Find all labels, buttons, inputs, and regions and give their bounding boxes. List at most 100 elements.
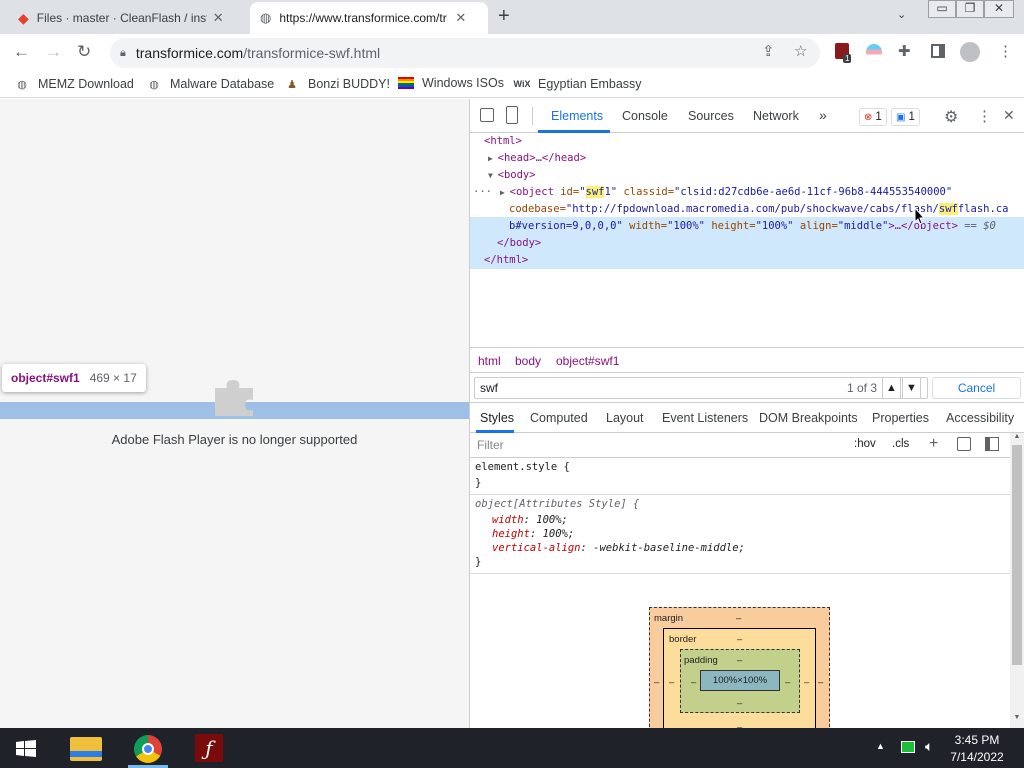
- expand-arrow-icon[interactable]: ▶: [500, 188, 510, 197]
- settings-gear-icon[interactable]: ⚙: [944, 107, 958, 127]
- scrollbar-thumb[interactable]: [1012, 445, 1022, 665]
- toggle-sidebar-icon[interactable]: [985, 437, 999, 451]
- tray-chevron-icon[interactable]: ▲: [876, 741, 885, 751]
- property-name: width: [492, 514, 524, 526]
- tab-accessibility[interactable]: Accessibility: [946, 411, 1014, 425]
- more-tabs-button[interactable]: »: [819, 107, 827, 123]
- minimize-button[interactable]: ▭: [928, 0, 956, 18]
- close-devtools-icon[interactable]: ✕: [1003, 107, 1015, 124]
- bookmark-malware-database[interactable]: ◍ Malware Database: [146, 76, 274, 92]
- style-property-vertical-align[interactable]: vertical-align: -webkit-baseline-middle;: [492, 541, 745, 555]
- tab-search-chevron-icon[interactable]: ⌄: [897, 8, 906, 21]
- search-cancel-button[interactable]: Cancel: [932, 377, 1021, 399]
- error-badge[interactable]: ⊗ 1: [859, 108, 887, 126]
- back-button[interactable]: ←: [13, 42, 30, 62]
- bookmark-star-icon[interactable]: ☆: [794, 43, 807, 61]
- tab-sources[interactable]: Sources: [688, 109, 734, 123]
- attr-name: classid=: [617, 186, 675, 198]
- device-toolbar-icon[interactable]: [506, 106, 518, 124]
- close-tab-icon[interactable]: ✕: [455, 10, 466, 26]
- devtools-menu-icon[interactable]: ⋮: [977, 107, 992, 125]
- clock-date[interactable]: 7/14/2022: [944, 750, 1010, 764]
- menu-dots-icon[interactable]: ⋮: [998, 43, 1013, 61]
- collapse-arrow-icon[interactable]: ▼: [488, 171, 498, 180]
- clock-time[interactable]: 3:45 PM: [944, 733, 1010, 747]
- side-panel-icon[interactable]: [931, 44, 945, 58]
- search-prev-button[interactable]: ▲: [882, 377, 901, 399]
- breadcrumb-body[interactable]: body: [515, 354, 541, 368]
- style-property-height[interactable]: height: 100%;: [492, 527, 574, 541]
- tag-text: <html>: [484, 135, 522, 147]
- tree-body-open[interactable]: ▼ <body>: [488, 167, 536, 184]
- extensions-puzzle-icon[interactable]: ✚: [898, 43, 911, 61]
- box-model-margin[interactable]: margin – – – border – – – padding – – – …: [649, 607, 830, 738]
- tab-styles[interactable]: Styles: [480, 411, 514, 425]
- search-next-button[interactable]: ▼: [902, 377, 921, 399]
- tab-elements[interactable]: Elements: [551, 109, 603, 123]
- cls-toggle[interactable]: .cls: [892, 438, 909, 450]
- bookmark-egyptian-embassy[interactable]: WiX Egyptian Embassy: [514, 76, 642, 92]
- tab-transformice[interactable]: ◍ https://www.transformice.com/tr ✕: [250, 2, 488, 34]
- new-tab-button[interactable]: +: [498, 6, 510, 26]
- tab-computed[interactable]: Computed: [530, 411, 588, 425]
- flash-player-icon[interactable]: ƒ: [195, 734, 223, 762]
- bookmark-windows-isos[interactable]: Windows ISOs: [398, 76, 504, 90]
- row-menu-dots-icon[interactable]: ···: [473, 184, 492, 201]
- style-property-width[interactable]: width: 100%;: [492, 513, 568, 527]
- trans-flag-extension-icon[interactable]: [866, 44, 882, 60]
- styles-filter-input[interactable]: Filter: [477, 438, 504, 452]
- tab-layout[interactable]: Layout: [606, 411, 644, 425]
- computed-styles-sidebar-icon[interactable]: [957, 437, 971, 451]
- windows-start-icon[interactable]: [16, 740, 36, 758]
- close-tab-icon[interactable]: ✕: [213, 10, 224, 26]
- rule-divider: [470, 573, 1010, 574]
- chrome-taskbar-icon[interactable]: [134, 735, 162, 763]
- expand-arrow-icon[interactable]: ▶: [488, 154, 498, 163]
- tree-object-line2[interactable]: codebase="http://fpdownload.macromedia.c…: [509, 201, 1008, 218]
- reload-button[interactable]: ↻: [77, 42, 91, 62]
- breadcrumb-object[interactable]: object#swf1: [556, 354, 619, 368]
- tooltip-selector: object#swf1: [11, 371, 80, 385]
- property-name: height: [492, 528, 530, 540]
- devtools-panel: Elements Console Sources Network » ⊗ 1 ▣ 1…: [469, 99, 1024, 738]
- forward-button[interactable]: →: [45, 42, 62, 62]
- address-bar[interactable]: 🔒︎ transformice.com/transformice-swf.htm…: [110, 38, 820, 68]
- tab-cleanflash[interactable]: ◆ Files · master · CleanFlash / instal ✕: [8, 2, 248, 34]
- restore-button[interactable]: ❐: [956, 0, 984, 18]
- tab-console[interactable]: Console: [622, 109, 668, 123]
- attr-name: align=: [793, 220, 838, 232]
- styles-tabbar: Styles Computed Layout Event Listeners D…: [470, 403, 1024, 433]
- property-value: 100%;: [529, 514, 568, 526]
- box-model-border[interactable]: border – – – padding – – – – 100%×100% –: [663, 628, 816, 738]
- share-icon[interactable]: ⇪: [762, 43, 775, 61]
- tree-head[interactable]: ▶ <head>…</head>: [488, 150, 586, 167]
- volume-icon[interactable]: 🔈︎: [925, 738, 933, 755]
- search-match-highlight: swf: [585, 186, 605, 198]
- inspect-element-icon[interactable]: [480, 108, 494, 122]
- rule-close-brace: }: [475, 556, 482, 568]
- styles-scrollbar[interactable]: ▲ ▼: [1010, 433, 1024, 728]
- tab-dom-breakpoints[interactable]: DOM Breakpoints: [759, 411, 858, 425]
- bookmark-bonzi-buddy[interactable]: ♟ Bonzi BUDDY!: [284, 76, 390, 92]
- file-explorer-icon[interactable]: [70, 737, 102, 761]
- box-model-padding[interactable]: padding – – – – 100%×100%: [680, 649, 800, 713]
- new-style-rule-icon[interactable]: +: [929, 435, 938, 453]
- hov-toggle[interactable]: :hov: [854, 438, 876, 450]
- scroll-up-arrow-icon[interactable]: ▲: [1010, 433, 1024, 440]
- error-count: 1: [875, 111, 882, 123]
- message-badge[interactable]: ▣ 1: [891, 108, 920, 126]
- breadcrumb-html[interactable]: html: [478, 354, 501, 368]
- tab-event-listeners[interactable]: Event Listeners: [662, 411, 748, 425]
- tree-object-line1[interactable]: ▶ <object id="swf1" classid="clsid:d27cd…: [500, 184, 952, 201]
- close-window-button[interactable]: ✕: [984, 0, 1014, 18]
- scroll-down-arrow-icon[interactable]: ▼: [1010, 714, 1024, 721]
- attr-value: "clsid:d27cdb6e-ae6d-11cf-96b8-444553540…: [674, 186, 953, 198]
- tag-text: <body>: [497, 169, 536, 181]
- tab-properties[interactable]: Properties: [872, 411, 929, 425]
- network-tray-icon[interactable]: [901, 741, 915, 753]
- tab-network[interactable]: Network: [753, 109, 799, 123]
- box-model-content[interactable]: 100%×100%: [700, 670, 780, 691]
- bookmark-memz[interactable]: ◍ MEMZ Download: [14, 76, 134, 92]
- border-top-value: –: [737, 634, 743, 645]
- profile-avatar-icon[interactable]: [960, 42, 980, 62]
